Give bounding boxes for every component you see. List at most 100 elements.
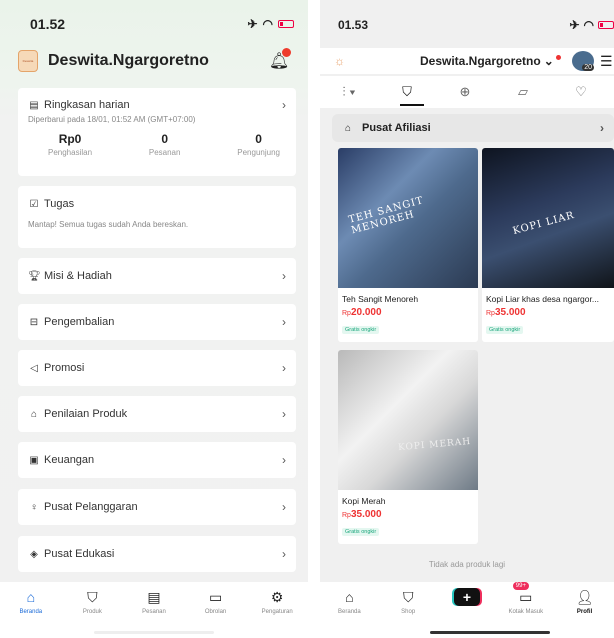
no-more-products: Tidak ada produk lagi <box>428 560 506 569</box>
profile-header: ☼ Deswita.Ngargoretno ⌄ 20 ☰ <box>320 48 614 74</box>
tasks-message: Mantap! Semua tugas sudah Anda bereskan. <box>28 220 189 229</box>
tab-reposts[interactable]: ▱ <box>494 84 552 100</box>
battery-icon <box>598 21 614 29</box>
header: Deswita Deswita.Ngargoretno 🔔︎ <box>18 46 291 76</box>
product-price: Rp35.000 <box>342 509 382 520</box>
lock-icon: ⊕ <box>459 84 471 99</box>
profile-tabs: ⫶ ▾ ⛉ ⊕ ▱ ♡ <box>320 76 614 108</box>
rating-icon: ⌂ <box>30 408 38 420</box>
active-tab-indicator <box>400 104 424 106</box>
trophy-icon: 🏆︎ <box>28 270 41 282</box>
chevron-right-icon: › <box>282 407 286 421</box>
free-shipping-badge: Gratis ongkir <box>342 326 380 334</box>
home-icon: ⌂ <box>345 589 354 605</box>
home-icon: ⌂ <box>26 589 36 605</box>
chevron-right-icon: › <box>282 453 286 467</box>
chat-icon: ▭ <box>208 588 223 605</box>
return-icon: ⊟ <box>29 316 39 328</box>
seller-center-screen: 01.52 ✈ ◠ Deswita Deswita.Ngargoretno 🔔︎ … <box>0 0 308 638</box>
product-card[interactable]: KOPI LIAR Kopi Liar khas desa ngargor...… <box>482 148 614 342</box>
status-time: 01.53 <box>338 18 369 32</box>
repost-icon: ▱ <box>518 84 528 99</box>
chevron-right-icon: › <box>282 315 286 329</box>
shopping-bag-icon: ⛉ <box>402 84 412 99</box>
chevron-right-icon: › <box>282 361 286 375</box>
store-icon: ⌂ <box>344 122 352 134</box>
free-shipping-badge: Gratis ongkir <box>486 326 524 334</box>
tab-liked[interactable]: ♡ <box>552 84 610 100</box>
status-time: 01.52 <box>30 16 66 32</box>
bottom-nav: ⌂ Beranda ⛉ Shop + ▭ 99+ Kotak Masuk 👤︎ Profi… <box>320 582 614 638</box>
gear-icon: ⚙ <box>270 588 284 605</box>
nav-profil[interactable]: 👤︎ Profil <box>562 588 608 638</box>
status-bar: 01.52 ✈ ◠ <box>30 14 294 34</box>
affiliate-center-bar[interactable]: ⌂ Pusat Afiliasi › <box>332 114 614 142</box>
product-image: TEH SANGIT MENOREH <box>338 148 478 288</box>
chevron-right-icon: › <box>282 500 286 514</box>
chevron-right-icon: › <box>600 121 604 135</box>
shop-icon: ⛉ <box>402 588 414 605</box>
menu-pusat-pelanggaran[interactable]: ♀ Pusat Pelanggaran › <box>18 489 296 525</box>
product-image: KOPI LIAR <box>482 148 614 288</box>
inbox-icon: ▭ <box>519 588 533 605</box>
sparkle-icon[interactable]: ☼ <box>334 54 345 68</box>
airplane-icon: ✈ <box>247 17 258 31</box>
product-card[interactable]: TEH SANGIT MENOREH Teh Sangit Menoreh Rp… <box>338 148 478 342</box>
nav-beranda[interactable]: ⌂ Beranda <box>326 588 372 638</box>
plus-icon: + <box>453 588 480 606</box>
stat-earnings: Rp0 Penghasilan <box>48 132 93 157</box>
tab-grid[interactable]: ⫶ ▾ <box>320 84 378 100</box>
notification-bell[interactable]: 🔔︎ <box>268 48 291 72</box>
inbox-badge: 99+ <box>512 582 529 590</box>
profile-screen: 01.53 ✈ ◠ ☼ Deswita.Ngargoretno ⌄ 20 ☰ ⫶ ▾… <box>320 0 614 638</box>
clipboard-icon: ▤ <box>147 588 161 605</box>
product-image: KOPI MERAH <box>338 350 478 490</box>
menu-keuangan[interactable]: ▣ Keuangan › <box>18 442 296 478</box>
battery-icon <box>278 20 294 28</box>
nav-shop[interactable]: ⛉ Shop <box>385 588 431 638</box>
home-indicator <box>430 631 550 634</box>
tab-private[interactable]: ⊕ <box>436 84 494 100</box>
profile-icon: 👤︎ <box>575 588 594 605</box>
level-avatar[interactable]: 20 <box>572 51 594 71</box>
avatar[interactable]: Deswita <box>18 50 38 72</box>
product-title: Kopi Liar khas desa ngargor... <box>486 294 599 304</box>
education-icon: ◈ <box>30 548 38 560</box>
menu-penilaian-produk[interactable]: ⌂ Penilaian Produk › <box>18 396 296 432</box>
chevron-right-icon: › <box>282 269 286 283</box>
notification-dot <box>555 54 561 60</box>
summary-title: Ringkasan harian <box>44 99 130 111</box>
menu-pengembalian[interactable]: ⊟ Pengembalian › <box>18 304 296 340</box>
nav-beranda[interactable]: ⌂ Beranda <box>6 588 56 638</box>
chevron-down-icon: ⌄ <box>543 54 554 68</box>
product-title: Kopi Merah <box>342 496 386 506</box>
airplane-icon: ✈ <box>569 18 580 32</box>
grid-icon: ⫶ ▾ <box>342 84 356 99</box>
menu-promosi[interactable]: ◁ Promosi › <box>18 350 296 386</box>
tab-shop[interactable]: ⛉ <box>378 84 436 100</box>
wifi-icon: ◠ <box>262 17 273 31</box>
product-card[interactable]: KOPI MERAH Kopi Merah Rp35.000 Gratis on… <box>338 350 478 544</box>
menu-pusat-edukasi[interactable]: ◈ Pusat Edukasi › <box>18 536 296 572</box>
heart-icon: ♡ <box>575 84 587 99</box>
account-switcher[interactable]: Deswita.Ngargoretno ⌄ <box>420 54 561 68</box>
menu-icon[interactable]: ☰ <box>600 53 613 70</box>
nav-pengaturan[interactable]: ⚙ Pengaturan <box>252 588 302 638</box>
chevron-right-icon: › <box>282 547 286 561</box>
task-icon: ☑ <box>29 198 39 210</box>
summary-updated: Diperbarui pada 18/01, 01:52 AM (GMT+07:… <box>28 115 196 124</box>
tasks-card[interactable]: ☑ Tugas Mantap! Semua tugas sudah Anda be… <box>18 186 296 248</box>
product-price: Rp20.000 <box>342 307 382 318</box>
daily-summary-card[interactable]: ▤ Ringkasan harian › Diperbarui pada 18/01… <box>18 88 296 176</box>
shop-name: Deswita.Ngargoretno <box>48 52 209 69</box>
wifi-icon: ◠ <box>583 18 594 32</box>
megaphone-icon: ◁ <box>30 362 38 374</box>
stat-orders: 0 Pesanan <box>148 132 181 157</box>
summary-icon: ▤ <box>29 99 39 111</box>
product-price: Rp35.000 <box>486 307 526 318</box>
tasks-title: Tugas <box>44 198 75 210</box>
notification-dot <box>282 48 291 57</box>
menu-misi-hadiah[interactable]: 🏆︎ Misi & Hadiah › <box>18 258 296 294</box>
stat-visitors: 0 Pengunjung <box>237 132 280 157</box>
status-bar: 01.53 ✈ ◠ <box>338 18 614 32</box>
